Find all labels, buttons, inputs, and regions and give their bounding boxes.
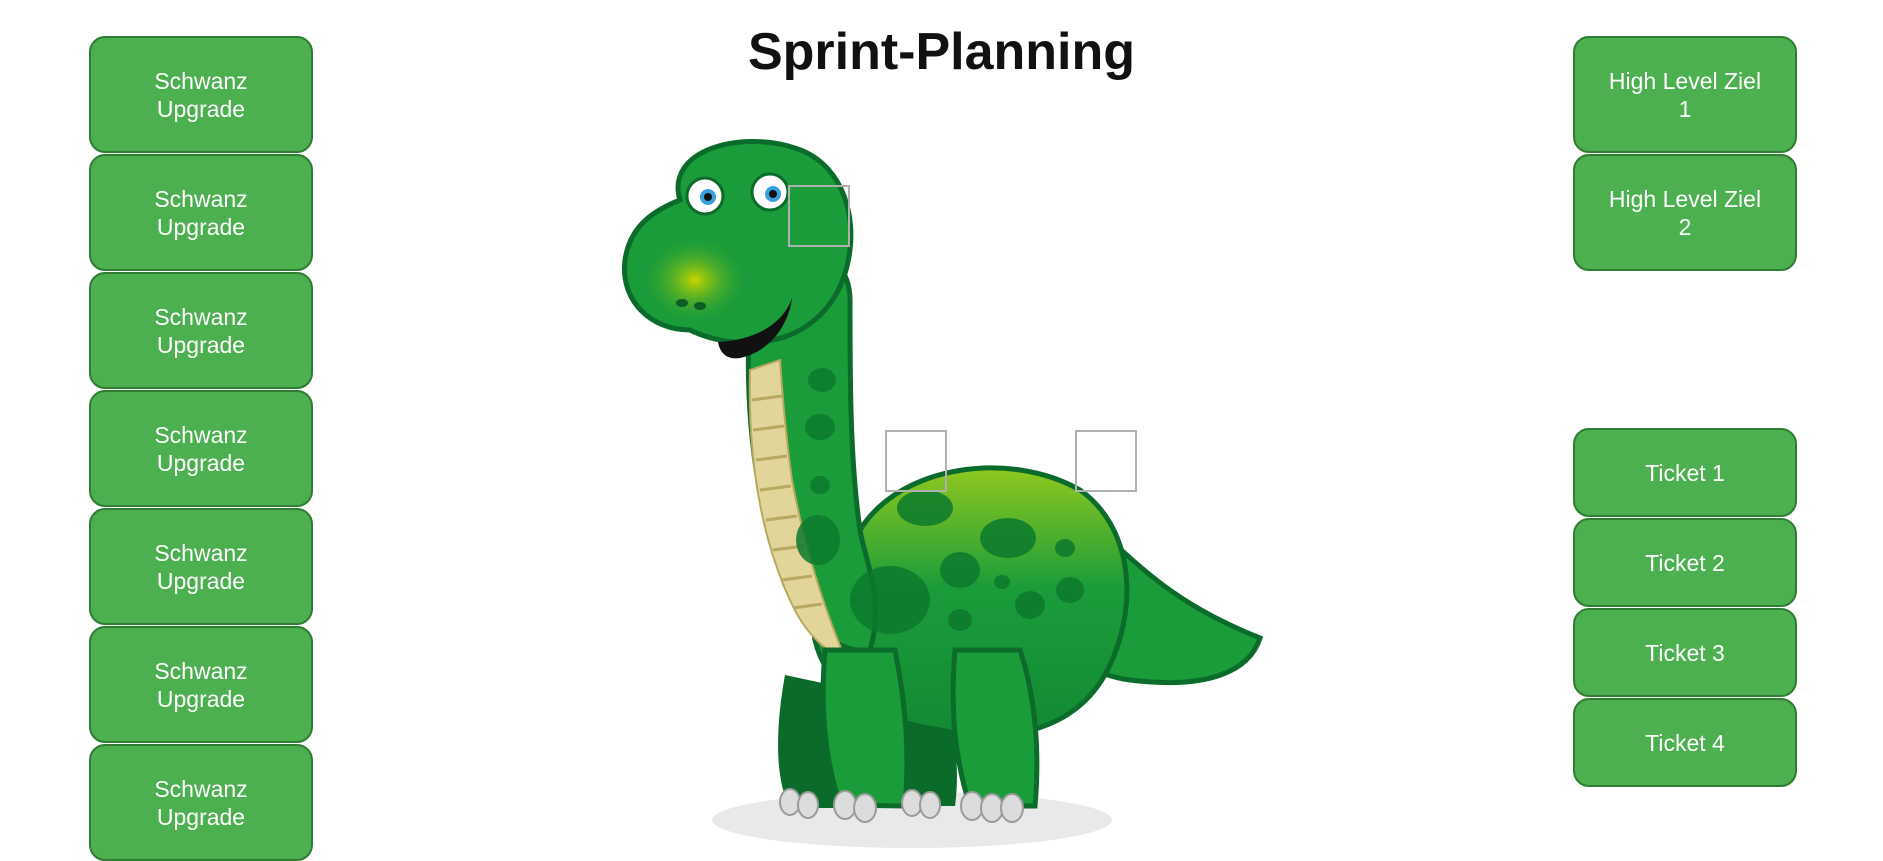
tail-upgrade-label: Schwanz Upgrade bbox=[154, 539, 248, 594]
tail-upgrade-button-6[interactable]: Schwanz Upgrade bbox=[89, 626, 313, 743]
tail-upgrade-label: Schwanz Upgrade bbox=[154, 421, 248, 476]
goal-label: High Level Ziel 2 bbox=[1608, 185, 1762, 240]
tail-upgrade-button-7[interactable]: Schwanz Upgrade bbox=[89, 744, 313, 861]
drop-slot-back[interactable] bbox=[1075, 430, 1137, 492]
tail-upgrade-label: Schwanz Upgrade bbox=[154, 303, 248, 358]
ticket-label: Ticket 4 bbox=[1645, 729, 1725, 756]
ticket-button-4[interactable]: Ticket 4 bbox=[1573, 698, 1797, 787]
tail-upgrade-label: Schwanz Upgrade bbox=[154, 657, 248, 712]
ticket-button-2[interactable]: Ticket 2 bbox=[1573, 518, 1797, 607]
tail-upgrade-label: Schwanz Upgrade bbox=[154, 185, 248, 240]
ticket-button-1[interactable]: Ticket 1 bbox=[1573, 428, 1797, 517]
ticket-label: Ticket 2 bbox=[1645, 549, 1725, 576]
tail-upgrade-label: Schwanz Upgrade bbox=[154, 775, 248, 830]
ticket-label: Ticket 3 bbox=[1645, 639, 1725, 666]
drop-slot-neck[interactable] bbox=[885, 430, 947, 492]
high-level-goal-button-2[interactable]: High Level Ziel 2 bbox=[1573, 154, 1797, 271]
high-level-goal-button-1[interactable]: High Level Ziel 1 bbox=[1573, 36, 1797, 153]
goal-label: High Level Ziel 1 bbox=[1608, 67, 1762, 122]
drop-slot-head[interactable] bbox=[788, 185, 850, 247]
ticket-button-3[interactable]: Ticket 3 bbox=[1573, 608, 1797, 697]
tail-upgrade-button-5[interactable]: Schwanz Upgrade bbox=[89, 508, 313, 625]
tail-upgrade-button-1[interactable]: Schwanz Upgrade bbox=[89, 36, 313, 153]
tail-upgrade-label: Schwanz Upgrade bbox=[154, 67, 248, 122]
tail-upgrade-button-3[interactable]: Schwanz Upgrade bbox=[89, 272, 313, 389]
tail-upgrade-button-4[interactable]: Schwanz Upgrade bbox=[89, 390, 313, 507]
tail-upgrade-button-2[interactable]: Schwanz Upgrade bbox=[89, 154, 313, 271]
ticket-label: Ticket 1 bbox=[1645, 459, 1725, 486]
